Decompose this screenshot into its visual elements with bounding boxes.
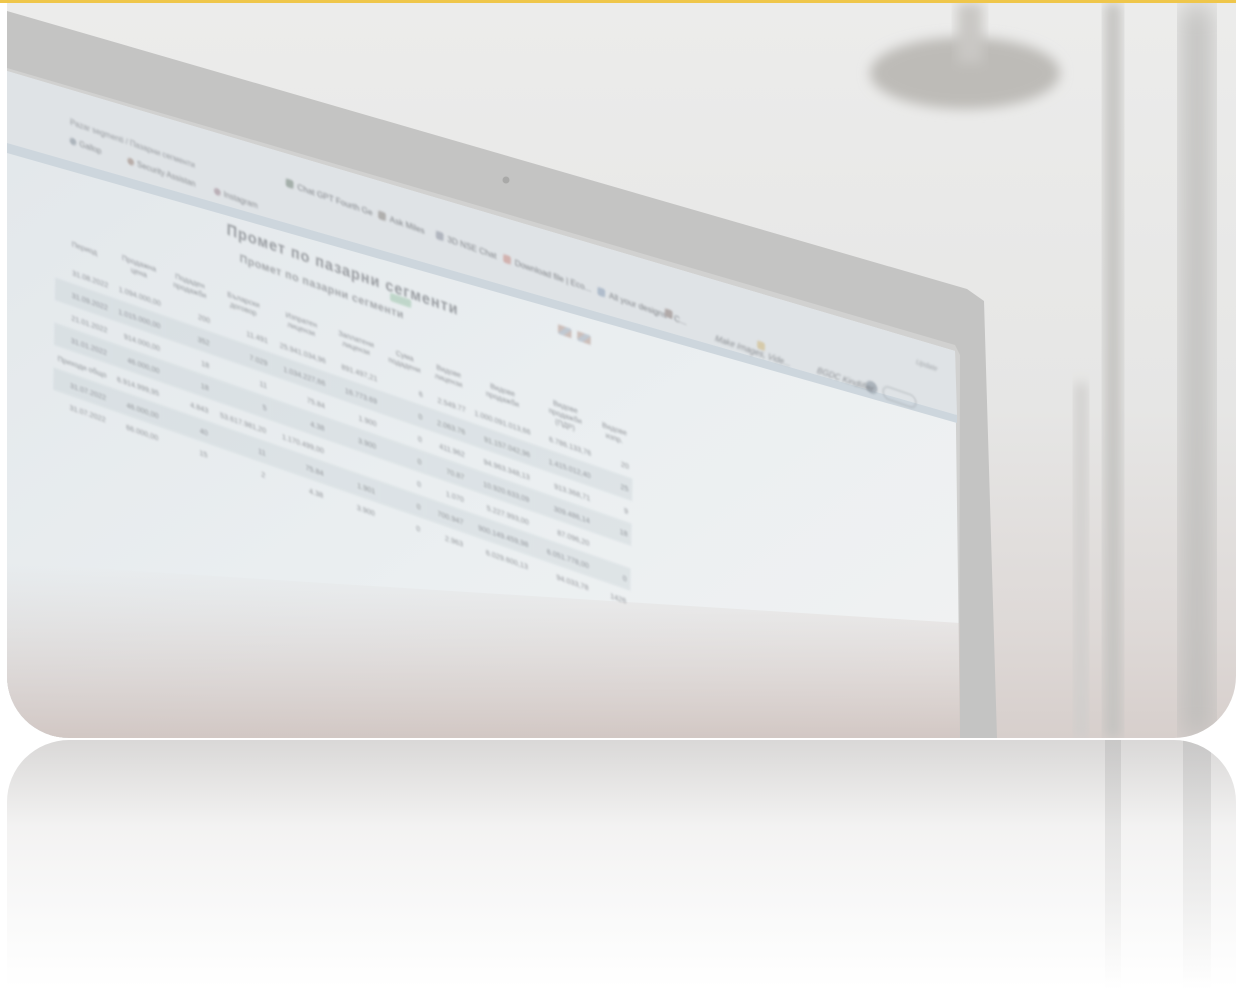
webcam-icon xyxy=(502,176,510,184)
reflection-lamp-pole xyxy=(1183,740,1211,989)
flag-uk-icon[interactable] xyxy=(577,331,591,345)
reflection-lamp-pole xyxy=(1105,740,1121,989)
rocket-icon xyxy=(378,209,386,221)
bookmark-label: Gallop xyxy=(79,139,102,157)
tab-label: Ask Miles xyxy=(389,212,425,236)
globe-icon xyxy=(597,286,606,298)
document-icon xyxy=(435,229,444,241)
openai-icon xyxy=(285,177,294,189)
arrow-icon xyxy=(503,253,511,265)
flag-bg-icon[interactable] xyxy=(557,324,572,339)
photo-reflection xyxy=(7,740,1236,989)
monitor-photo: Chat GPT Fourth Ge Ask Miles 3D NSE Chat… xyxy=(7,3,1236,738)
bookmark-icon xyxy=(213,187,221,197)
bookmark-icon xyxy=(127,156,135,167)
bookmark-icon xyxy=(69,136,77,147)
